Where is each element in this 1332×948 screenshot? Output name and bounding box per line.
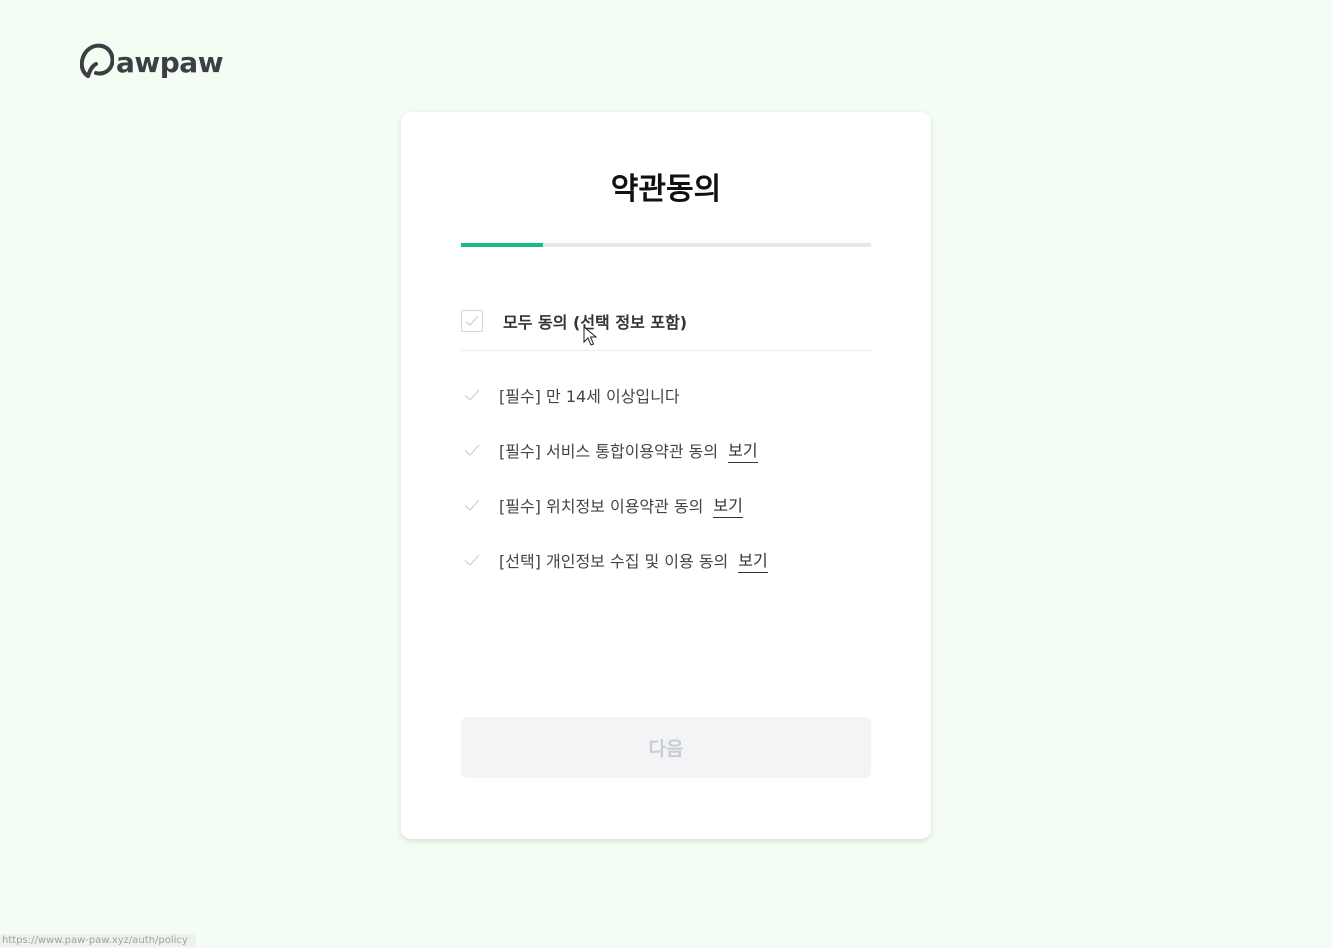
agree-all-checkbox[interactable] [461,310,483,332]
checkmark-icon[interactable] [463,386,481,404]
brand-name: awpaw [116,46,224,79]
page-title: 약관동의 [610,172,722,207]
step-progress-fill [461,243,543,247]
term-label: [필수] 위치정보 이용약관 동의 [499,496,704,516]
checkmark-icon[interactable] [463,496,481,514]
term-label: [필수] 만 14세 이상입니다 [499,386,680,406]
status-bar-url: https://www.paw-paw.xyz/auth/policy [0,934,196,947]
pawpaw-logo-icon [80,43,114,78]
term-item: [선택] 개인정보 수집 및 이용 동의 보기 [461,532,871,587]
term-item: [필수] 서비스 통합이용약관 동의 보기 [461,422,871,477]
brand-logo[interactable]: awpaw [80,40,224,80]
agree-all-label: 모두 동의 (선택 정보 포함) [503,313,688,332]
terms-list: [필수] 만 14세 이상입니다 [필수] 서비스 통합이용약관 동의 보기 [… [461,367,871,587]
term-item: [필수] 만 14세 이상입니다 [461,367,871,422]
view-terms-link[interactable]: 보기 [738,547,768,573]
terms-card: 모두 동의 (선택 정보 포함) [필수] 만 14세 이상입니다 [필수] 서… [401,112,931,839]
next-button[interactable]: 다음 [461,717,871,778]
checkmark-icon[interactable] [463,441,481,459]
view-terms-link[interactable]: 보기 [728,437,758,463]
checkmark-icon [465,315,479,326]
checkmark-icon[interactable] [463,551,481,569]
term-label: [선택] 개인정보 수집 및 이용 동의 [499,551,729,571]
view-terms-link[interactable]: 보기 [713,492,743,518]
agree-all-row[interactable]: 모두 동의 (선택 정보 포함) [461,304,871,351]
term-label: [필수] 서비스 통합이용약관 동의 [499,441,719,461]
term-item: [필수] 위치정보 이용약관 동의 보기 [461,477,871,532]
step-progress-bar [461,243,871,247]
